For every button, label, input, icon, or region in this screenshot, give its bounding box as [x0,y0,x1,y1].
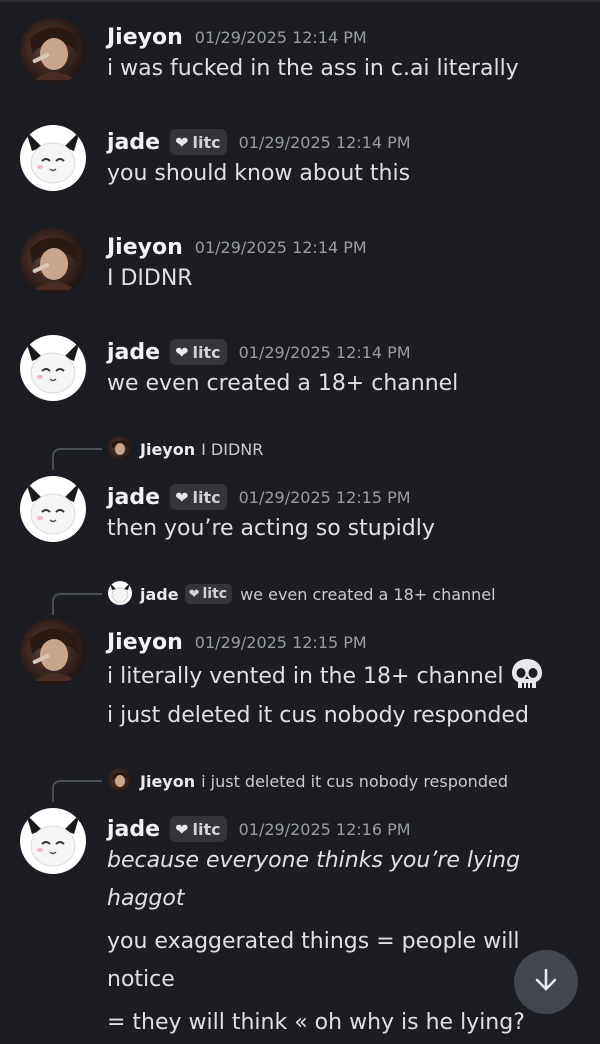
message[interactable]: jade ❤ litc 01/29/2025 12:14 PM we even … [0,335,600,415]
heart-icon: ❤ [175,487,189,507]
message-text: you exaggerated things = people will [107,929,520,954]
username[interactable]: Jieyon [107,235,183,260]
reply-preview[interactable]: Jieyon I DIDNR [0,434,600,470]
reply-author[interactable]: jade [140,585,179,604]
reply-preview[interactable]: Jieyon i just deleted it cus nobody resp… [0,766,600,802]
timestamp: 01/29/2025 12:14 PM [194,27,367,47]
reply-guild-tag-label: litc [202,586,228,602]
message[interactable]: jade ❤ litc 01/29/2025 12:15 PM then you… [0,476,600,560]
timestamp: 01/29/2025 12:14 PM [194,237,367,257]
message-text: you should know about this [107,161,411,186]
scroll-to-bottom-button[interactable] [514,950,578,1014]
message-text: i just deleted it cus nobody responded [107,703,529,728]
username[interactable]: jade [107,130,160,155]
reply-text: we even created a 18+ channel [240,584,496,604]
guild-tag-label: litc [192,132,221,152]
guild-tag-label: litc [192,342,221,362]
username[interactable]: Jieyon [107,25,183,50]
message-text: = they will think « oh why is he lying? [107,1010,525,1035]
reply-spine [52,448,102,470]
avatar[interactable] [20,619,86,685]
guild-tag-label: litc [192,819,221,839]
message-text: i literally vented in the 18+ channel [107,664,504,689]
avatar[interactable] [20,808,86,874]
message-text: I DIDNR [107,266,193,291]
message-text: because everyone thinks you’re lying [107,848,521,873]
guild-tag-label: litc [192,487,221,507]
avatar[interactable] [20,476,86,542]
reply-text: i just deleted it cus nobody responded [201,771,508,791]
avatar[interactable] [20,18,86,84]
chat-view: Jieyon 01/29/2025 12:14 PM i was fucked … [0,0,600,1044]
arrow-down-icon [531,965,561,999]
reply-guild-tag: ❤ litc [184,584,233,604]
timestamp: 01/29/2025 12:15 PM [194,632,367,652]
divider [0,0,600,2]
reply-spine [52,593,102,615]
timestamp: 01/29/2025 12:16 PM [238,819,411,839]
message-text: haggot [107,886,185,911]
guild-tag[interactable]: ❤ litc [170,484,227,510]
reply-avatar [108,436,132,460]
timestamp: 01/29/2025 12:14 PM [238,342,411,362]
message-text: notice [107,967,175,992]
avatar[interactable] [20,125,86,191]
message[interactable]: Jieyon 01/29/2025 12:14 PM I DIDNR [0,228,600,310]
timestamp: 01/29/2025 12:15 PM [238,487,411,507]
message[interactable]: Jieyon 01/29/2025 12:14 PM i was fucked … [0,18,600,100]
reply-author[interactable]: Jieyon [140,772,195,791]
skull-emoji-icon [510,657,544,697]
message[interactable]: jade ❤ litc 01/29/2025 12:14 PM you shou… [0,125,600,205]
reply-preview[interactable]: jade ❤ litc we even created a 18+ channe… [0,579,600,615]
reply-avatar [108,768,132,792]
message[interactable]: Jieyon 01/29/2025 12:15 PM i literally v… [0,619,600,737]
reply-author[interactable]: Jieyon [140,440,195,459]
message-text-line: i literally vented in the 18+ channel [107,657,544,697]
guild-tag[interactable]: ❤ litc [170,129,227,155]
avatar[interactable] [20,335,86,401]
heart-icon: ❤ [175,342,189,362]
reply-avatar [108,581,132,605]
username[interactable]: jade [107,340,160,365]
guild-tag[interactable]: ❤ litc [170,816,227,842]
message-text: then you’re acting so stupidly [107,516,435,541]
heart-icon: ❤ [175,819,189,839]
heart-icon: ❤ [175,132,189,152]
username[interactable]: jade [107,817,160,842]
guild-tag[interactable]: ❤ litc [170,339,227,365]
timestamp: 01/29/2025 12:14 PM [238,132,411,152]
username[interactable]: jade [107,485,160,510]
message-text: i was fucked in the ass in c.ai literall… [107,56,519,81]
username[interactable]: Jieyon [107,630,183,655]
reply-spine [52,780,102,802]
reply-text: I DIDNR [201,439,264,459]
avatar[interactable] [20,228,86,294]
heart-icon: ❤ [188,586,200,602]
message-text: we even created a 18+ channel [107,371,459,396]
message[interactable]: jade ❤ litc 01/29/2025 12:16 PM because … [0,808,600,1044]
